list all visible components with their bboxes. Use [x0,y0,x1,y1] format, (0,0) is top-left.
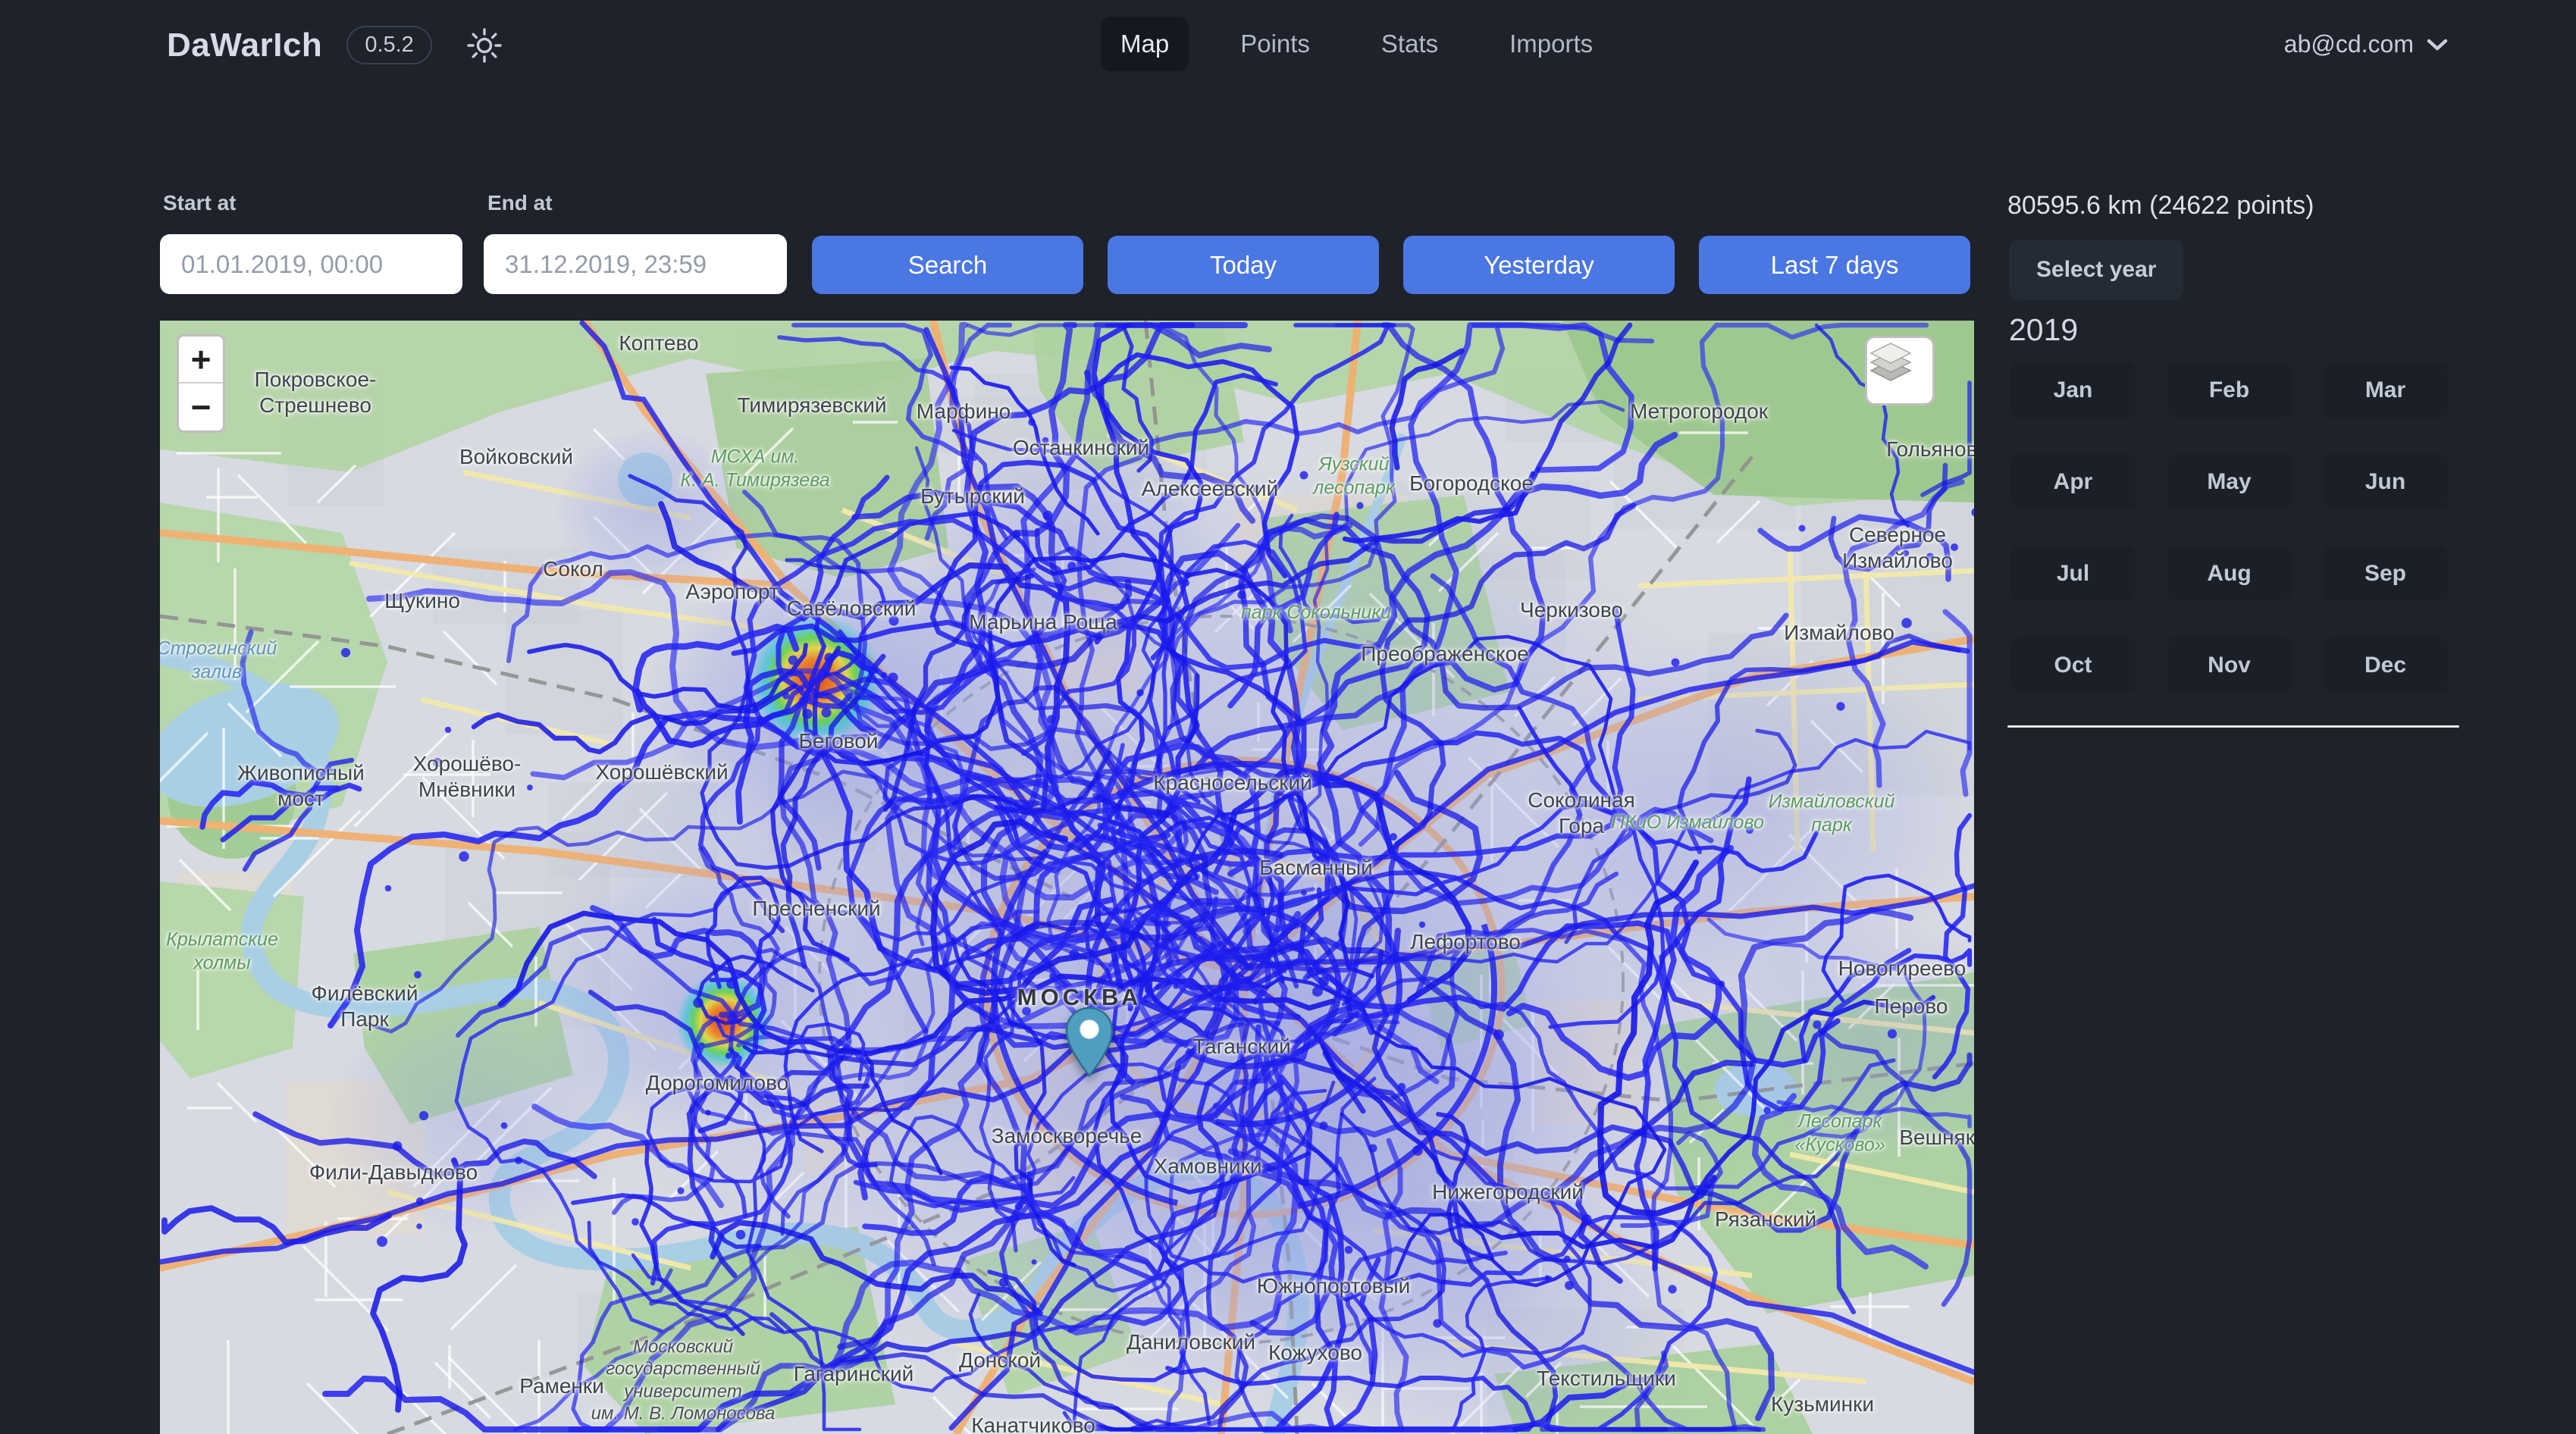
sidebar-divider [2007,725,2459,728]
distance-stats: 80595.6 km (24622 points) [2007,191,2314,221]
layers-icon [1867,338,1914,385]
month-button-may[interactable]: May [2167,454,2292,509]
month-button-sep[interactable]: Sep [2323,546,2448,601]
last-7-days-button[interactable]: Last 7 days [1699,236,1970,294]
map-layers-button[interactable] [1865,336,1935,405]
month-button-jun[interactable]: Jun [2323,454,2448,509]
year-heading: 2019 [2009,312,2078,348]
zoom-in-button[interactable]: + [179,337,223,384]
start-date-input[interactable] [160,234,462,294]
nav-item-points[interactable]: Points [1221,17,1330,71]
end-at-label: End at [487,191,553,215]
month-button-nov[interactable]: Nov [2167,637,2292,693]
month-button-aug[interactable]: Aug [2167,546,2292,601]
end-date-input[interactable] [484,234,787,294]
map-zoom-control: + − [177,334,225,433]
version-badge: 0.5.2 [346,26,432,64]
select-year-button[interactable]: Select year [2009,240,2183,299]
app-logo: DaWarIch [167,27,322,64]
sun-icon [467,28,502,63]
chevron-down-icon [2426,37,2449,52]
map[interactable]: КоптевоПокровское- СтрешневоТимирязевски… [160,321,1974,1434]
nav-item-stats[interactable]: Stats [1362,17,1458,71]
month-button-jan[interactable]: Jan [2010,362,2136,418]
month-button-apr[interactable]: Apr [2010,454,2136,509]
main-nav: Map Points Stats Imports [1101,17,1612,71]
start-at-label: Start at [163,191,236,215]
nav-item-imports[interactable]: Imports [1490,17,1612,71]
today-button[interactable]: Today [1108,236,1379,294]
yesterday-button[interactable]: Yesterday [1403,236,1675,294]
search-button[interactable]: Search [812,236,1083,294]
month-button-feb[interactable]: Feb [2167,362,2292,418]
user-email: ab@cd.com [2284,30,2414,58]
months-grid: Jan Feb Mar Apr May Jun Jul Aug Sep Oct Nov Dec [2010,362,2448,693]
month-button-jul[interactable]: Jul [2010,546,2136,601]
month-button-oct[interactable]: Oct [2010,637,2136,693]
user-menu[interactable]: ab@cd.com [2284,30,2449,58]
location-marker-icon[interactable] [1064,1007,1114,1078]
nav-item-map[interactable]: Map [1101,17,1189,71]
month-button-mar[interactable]: Mar [2323,362,2448,418]
month-button-dec[interactable]: Dec [2323,637,2448,693]
brand: DaWarIch 0.5.2 [167,26,502,64]
navbar: DaWarIch 0.5.2 Map Points Stats Imports ab@… [0,0,2576,92]
theme-toggle-button[interactable] [467,28,502,63]
zoom-out-button[interactable]: − [179,384,223,431]
